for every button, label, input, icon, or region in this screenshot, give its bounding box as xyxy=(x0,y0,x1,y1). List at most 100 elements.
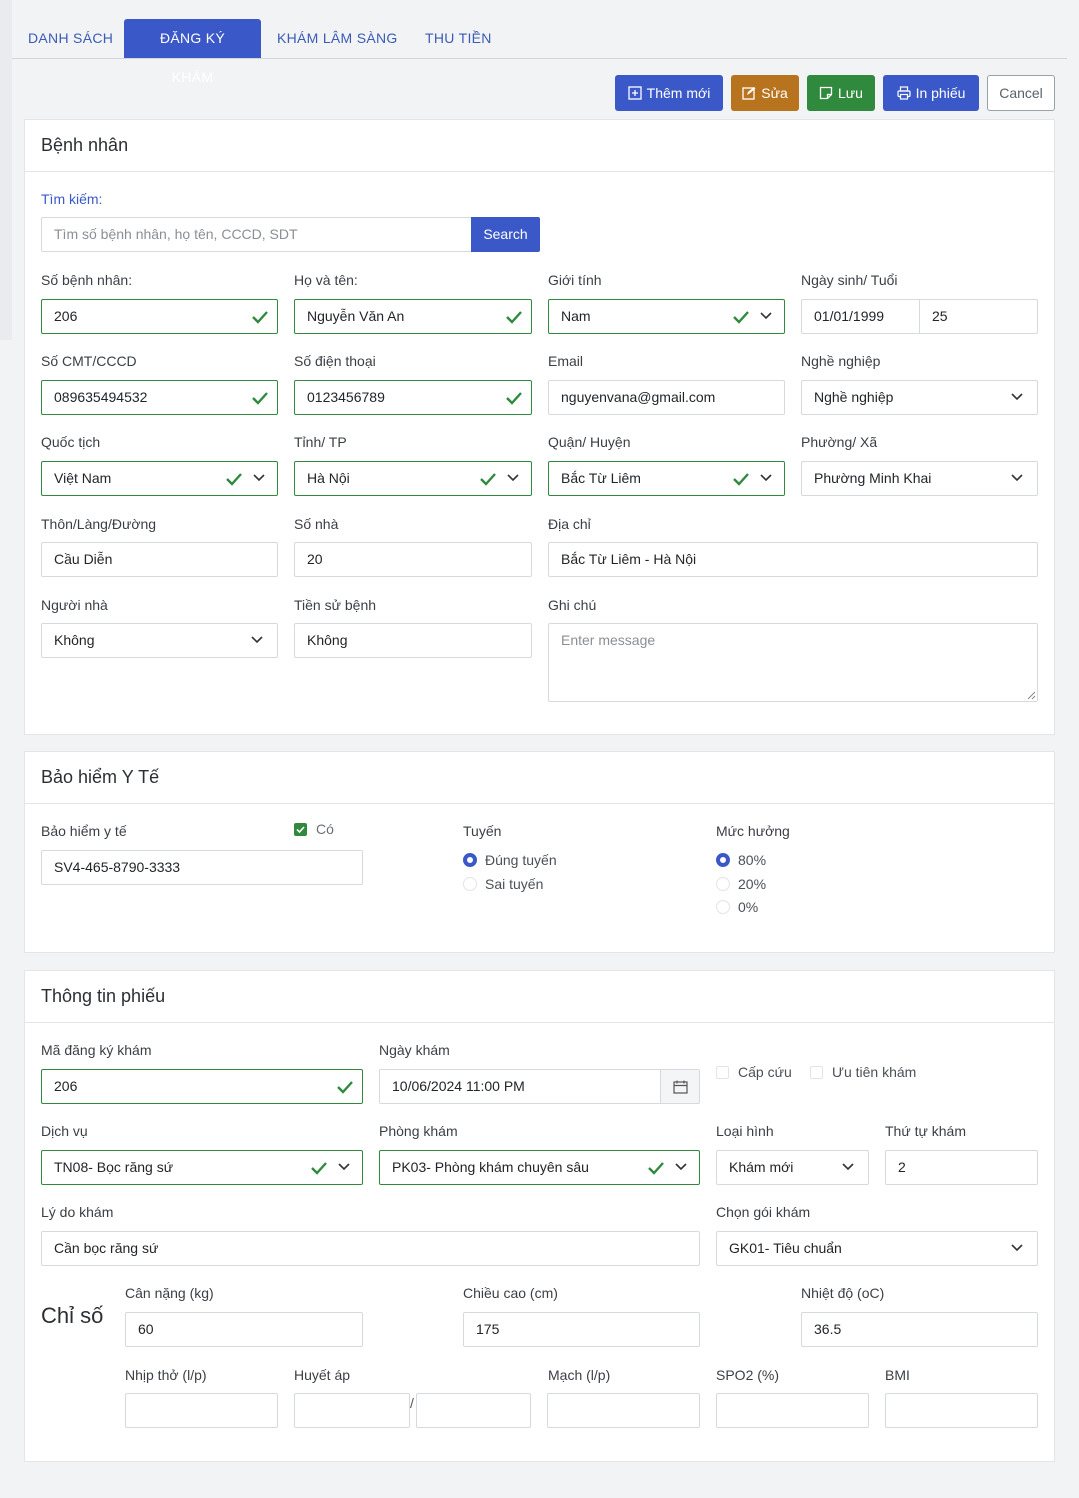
address-field[interactable]: Bắc Từ Liêm - Hà Nội xyxy=(548,542,1038,577)
service-label: Dịch vụ xyxy=(41,1123,88,1139)
nation-select[interactable]: Việt Nam xyxy=(41,461,278,496)
vitals-title: Chỉ số xyxy=(41,1303,104,1328)
district-label: Quận/ Huyện xyxy=(548,434,631,450)
relative-select[interactable]: Không xyxy=(41,623,278,658)
edit-button[interactable]: Sửa xyxy=(731,75,799,111)
height-field[interactable]: 175 xyxy=(463,1312,700,1347)
add-button[interactable]: Thêm mới xyxy=(615,75,723,111)
dob-field[interactable]: 01/01/1999 xyxy=(801,299,920,334)
print-button[interactable]: In phiếu xyxy=(883,75,979,111)
save-button-label: Lưu xyxy=(838,85,863,101)
package-select[interactable]: GK01- Tiêu chuẩn xyxy=(716,1231,1038,1266)
phone-field[interactable]: 0123456789 xyxy=(294,380,532,415)
bmi-field[interactable] xyxy=(885,1393,1038,1428)
emergency-checkbox[interactable] xyxy=(716,1066,729,1079)
order-field[interactable]: 2 xyxy=(885,1150,1038,1185)
house-label: Số nhà xyxy=(294,516,339,532)
bp-diastolic-field[interactable] xyxy=(416,1393,531,1428)
house-field[interactable]: 20 xyxy=(294,542,532,577)
ward-select[interactable]: Phường Minh Khai xyxy=(801,461,1038,496)
cancel-button[interactable]: Cancel xyxy=(987,75,1055,111)
gender-select[interactable]: Nam xyxy=(548,299,785,334)
gender-value: Nam xyxy=(561,308,591,324)
ticket-card: Thông tin phiếu Mã đăng ký khám 206 Ngày… xyxy=(24,970,1055,1462)
village-field[interactable]: Cầu Diễn xyxy=(41,542,278,577)
level-80-radio[interactable] xyxy=(716,853,730,867)
level-0-radio[interactable] xyxy=(716,900,730,914)
chevron-down-icon xyxy=(760,474,772,482)
type-select[interactable]: Khám mới xyxy=(716,1150,869,1185)
priority-checkbox[interactable] xyxy=(810,1066,823,1079)
package-label: Chọn gói khám xyxy=(716,1204,811,1220)
type-label: Loại hình xyxy=(716,1123,774,1139)
priority-label: Ưu tiên khám xyxy=(832,1064,917,1080)
has-insurance-checkbox[interactable] xyxy=(294,823,307,836)
edit-icon xyxy=(742,87,756,100)
valid-check-icon xyxy=(506,392,522,405)
valid-check-icon xyxy=(252,311,268,324)
district-select[interactable]: Bắc Từ Liêm xyxy=(548,461,785,496)
search-label: Tìm kiếm: xyxy=(41,191,103,207)
calendar-button[interactable] xyxy=(660,1069,700,1104)
temp-label: Nhiệt độ (oC) xyxy=(801,1285,885,1301)
id-field[interactable]: 089635494532 xyxy=(41,380,278,415)
save-icon xyxy=(819,86,833,100)
save-button[interactable]: Lưu xyxy=(807,75,875,111)
calendar-icon xyxy=(673,1080,688,1094)
code-label: Mã đăng ký khám xyxy=(41,1042,152,1058)
province-select[interactable]: Hà Nội xyxy=(294,461,532,496)
route-correct-radio[interactable] xyxy=(463,853,477,867)
reason-field[interactable]: Cần bọc răng sứ xyxy=(41,1231,700,1266)
patient-card-title: Bệnh nhân xyxy=(25,120,1054,172)
search-button[interactable]: Search xyxy=(471,217,540,252)
code-field[interactable]: 206 xyxy=(41,1069,363,1104)
tab-dang-ky-kham[interactable]: ĐĂNG KÝ KHÁM xyxy=(124,19,261,85)
patient-search-input[interactable]: Tìm số bệnh nhân, họ tên, CCCD, SDT xyxy=(41,217,472,252)
service-select[interactable]: TN08- Bọc răng sứ xyxy=(41,1150,363,1185)
route-label: Tuyến xyxy=(463,823,502,839)
job-label: Nghề nghiệp xyxy=(801,353,881,369)
type-value: Khám mới xyxy=(729,1159,794,1175)
reason-label: Lý do khám xyxy=(41,1204,114,1220)
chevron-down-icon xyxy=(1011,474,1023,482)
insurance-number-field[interactable]: SV4-465-8790-3333 xyxy=(41,850,363,885)
relative-value: Không xyxy=(54,632,95,648)
gender-label: Giới tính xyxy=(548,272,602,288)
route-wrong-radio[interactable] xyxy=(463,877,477,891)
add-button-label: Thêm mới xyxy=(646,85,711,101)
note-textarea[interactable]: Enter message xyxy=(548,623,1038,702)
phone-label: Số điện thoại xyxy=(294,353,376,369)
phone-value: 0123456789 xyxy=(307,389,385,405)
history-label: Tiền sử bệnh xyxy=(294,597,377,613)
age-field[interactable]: 25 xyxy=(919,299,1038,334)
email-field[interactable]: nguyenvana@gmail.com xyxy=(548,380,785,415)
tab-danh-sach[interactable]: DANH SÁCH xyxy=(12,19,129,58)
chevron-down-icon xyxy=(253,474,265,482)
date-field[interactable]: 10/06/2024 11:00 PM xyxy=(379,1069,661,1104)
temp-field[interactable]: 36.5 xyxy=(801,1312,1038,1347)
job-value: Nghề nghiệp xyxy=(814,389,894,405)
tab-kham-lam-sang[interactable]: KHÁM LÂM SÀNG xyxy=(261,19,414,58)
room-select[interactable]: PK03- Phòng khám chuyên sâu xyxy=(379,1150,700,1185)
bp-systolic-field[interactable] xyxy=(294,1393,410,1428)
spo2-field[interactable] xyxy=(716,1393,869,1428)
patient-no-field[interactable]: 206 xyxy=(41,299,278,334)
resize-handle-icon[interactable] xyxy=(1027,691,1036,700)
code-value: 206 xyxy=(54,1078,78,1094)
tab-thu-tien[interactable]: THU TIỀN xyxy=(409,19,508,58)
main-tabs: DANH SÁCH ĐĂNG KÝ KHÁM KHÁM LÂM SÀNG THU… xyxy=(12,19,1067,85)
weight-field[interactable]: 60 xyxy=(125,1312,363,1347)
valid-check-icon xyxy=(226,473,242,486)
left-edge xyxy=(0,0,12,340)
level-20-radio[interactable] xyxy=(716,877,730,891)
name-field[interactable]: Nguyễn Văn An xyxy=(294,299,532,334)
chevron-down-icon xyxy=(675,1163,687,1171)
name-label: Họ và tên: xyxy=(294,272,358,288)
chevron-down-icon xyxy=(507,474,519,482)
job-select[interactable]: Nghề nghiệp xyxy=(801,380,1038,415)
email-label: Email xyxy=(548,353,584,369)
pulse-field[interactable] xyxy=(547,1393,700,1428)
height-label: Chiều cao (cm) xyxy=(463,1285,558,1301)
breath-field[interactable] xyxy=(125,1393,278,1428)
history-field[interactable]: Không xyxy=(294,623,532,658)
